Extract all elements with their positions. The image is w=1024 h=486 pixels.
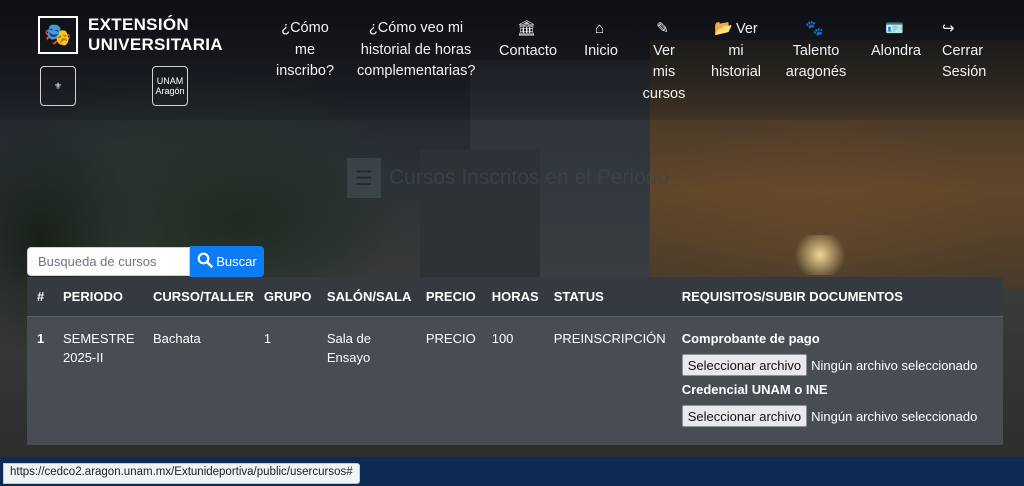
cell-horas: 100 — [491, 330, 514, 346]
folder-open-icon: 📂 — [714, 20, 733, 37]
page-title: ☰ Cursos Inscritos en el Periodo — [347, 158, 669, 198]
home-icon: ⌂ — [594, 20, 605, 37]
nav-contacto[interactable]: 🏛 Contacto — [497, 18, 559, 62]
id-card-icon: 🪪 — [885, 20, 904, 37]
select-file-button-credencial[interactable]: Seleccionar archivo — [681, 405, 808, 427]
cell-precio: PRECIO — [425, 330, 476, 346]
th-periodo: PERIODO — [53, 277, 143, 317]
nav-cerrar-sesion[interactable]: ↪ Cerrar Sesión — [942, 18, 994, 84]
edit-icon: ✎ — [656, 20, 669, 37]
search-button[interactable]: Buscar — [190, 246, 264, 277]
cell-num: 1 — [37, 330, 45, 346]
th-requisitos: REQUISITOS/SUBIR DOCUMENTOS — [671, 277, 1003, 317]
select-file-button-pago[interactable]: Seleccionar archivo — [681, 354, 808, 376]
requisito-label-pago: Comprobante de pago — [681, 330, 820, 346]
search-icon — [197, 252, 214, 271]
nav-ver-mis-cursos[interactable]: ✎ Ver mis cursos — [640, 18, 688, 105]
link-status-url: https://cedco2.aragon.unam.mx/Extunidepo… — [3, 463, 360, 484]
file-status-credencial: Ningún archivo seleccionado — [811, 408, 978, 424]
cell-grupo: 1 — [263, 330, 272, 346]
th-num: # — [27, 277, 53, 317]
th-salon: SALÓN/SALA — [316, 277, 416, 317]
cell-periodo: SEMESTRE 2025-II — [63, 330, 135, 365]
file-status-pago: Ningún archivo seleccionado — [811, 357, 978, 373]
courses-table: # PERIODO CURSO/TALLER GRUPO SALÓN/SALA … — [27, 277, 1003, 445]
nav-inicio[interactable]: ⌂ Inicio — [580, 18, 622, 62]
table-header-row: # PERIODO CURSO/TALLER GRUPO SALÓN/SALA … — [27, 277, 1003, 317]
nav-talento-aragones[interactable]: 🐾 Talento aragonés — [782, 18, 850, 84]
file-upload-pago: Seleccionar archivo Ningún archivo selec… — [681, 354, 997, 377]
search-button-label: Buscar — [216, 254, 257, 269]
th-curso: CURSO/TALLER — [143, 277, 254, 317]
cell-status: PREINSCRIPCIÓN — [553, 330, 666, 346]
th-status: STATUS — [543, 277, 672, 317]
bank-icon: 🏛 — [516, 20, 537, 37]
nav-como-inscribo[interactable]: ¿Cómo me inscribo? — [276, 18, 334, 83]
paw-icon: 🐾 — [805, 20, 824, 37]
nav-historial-horas[interactable]: ¿Cómo veo mi historial de horas complement… — [357, 18, 475, 83]
nav-alondra[interactable]: 🪪 Alondra — [866, 18, 926, 62]
cell-curso: Bachata — [153, 330, 201, 346]
cell-salon: Sala de Ensayo — [326, 330, 371, 365]
sign-out-icon: ↪ — [942, 20, 955, 37]
th-horas: HORAS — [481, 277, 544, 317]
requisito-label-credencial: Credencial UNAM o INE — [681, 381, 828, 397]
search-input[interactable] — [27, 247, 190, 276]
file-upload-credencial: Seleccionar archivo Ningún archivo selec… — [681, 405, 997, 428]
list-icon: ☰ — [347, 158, 381, 198]
table-row: 1 SEMESTRE 2025-II Bachata 1 Sala de Ens… — [27, 316, 1003, 445]
nav-ver-mi-historial[interactable]: 📂 Ver mi historial — [706, 18, 766, 84]
main-nav: ¿Cómo me inscribo? ¿Cómo veo mi historial d… — [0, 18, 1024, 108]
page-title-text: Cursos Inscritos en el Periodo — [389, 166, 670, 189]
th-grupo: GRUPO — [253, 277, 317, 317]
th-precio: PRECIO — [415, 277, 482, 317]
cell-requisitos: Comprobante de pago Seleccionar archivo … — [672, 316, 1003, 445]
